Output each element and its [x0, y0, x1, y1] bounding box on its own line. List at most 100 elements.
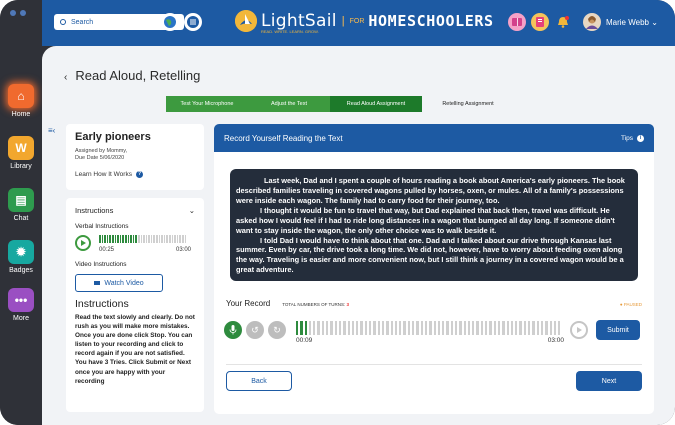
- waveform-bar: [109, 235, 111, 243]
- waveform-bar: [334, 321, 337, 335]
- waveform-bar: [553, 321, 557, 335]
- step-retelling[interactable]: Retelling Assignment: [422, 96, 514, 112]
- waveform-bar: [519, 321, 522, 335]
- verbal-audio-player: 00:25 03:00: [75, 235, 195, 253]
- submit-button[interactable]: Submit: [596, 320, 640, 340]
- waveform-bar: [424, 321, 428, 335]
- back-chevron-icon[interactable]: ‹: [64, 72, 67, 83]
- waveform-bar: [104, 235, 106, 243]
- main-panel: ‹ Read Aloud, Retelling Test Your Microph…: [42, 46, 675, 425]
- globe-icon[interactable]: [161, 13, 179, 31]
- recording-waveform[interactable]: [296, 321, 564, 335]
- menu-icon[interactable]: [184, 13, 202, 31]
- verbal-instructions-label: Verbal Instructions: [75, 223, 129, 230]
- step-adjust-text[interactable]: Adjust the Text: [248, 96, 330, 112]
- user-menu[interactable]: Marie Webb ⌄: [606, 18, 658, 27]
- back-button[interactable]: Back: [226, 371, 292, 391]
- tips-link[interactable]: Tips i: [621, 134, 644, 142]
- notes-icon[interactable]: [531, 13, 549, 31]
- waveform-bar: [130, 235, 132, 243]
- book-icon[interactable]: [508, 13, 526, 31]
- waveform-bar: [135, 235, 137, 243]
- badge-icon: ✹: [8, 240, 34, 264]
- waveform-bar: [106, 235, 109, 243]
- more-icon: •••: [8, 288, 34, 312]
- passage-paragraph: I told Dad I would have to think about t…: [236, 235, 624, 275]
- watch-video-label: Watch Video: [104, 279, 144, 287]
- waveform-bar: [140, 235, 143, 243]
- step-test-microphone[interactable]: Test Your Microphone: [166, 96, 248, 112]
- video-instructions-label: Video Instructions: [75, 261, 127, 268]
- waveform-bar: [497, 321, 501, 335]
- waveform-bar: [330, 321, 333, 335]
- your-record-label-group: Your Record TOTAL NUMBERS OF TURNS: 3: [226, 299, 349, 308]
- waveform-bar: [317, 321, 320, 335]
- library-icon: W: [8, 136, 34, 160]
- sidebar: ⌂ Home W Library ▤ Chat ✹ Badges ••• More: [0, 0, 42, 425]
- waveform-bar: [489, 321, 492, 335]
- waveform-bar: [179, 235, 181, 243]
- waveform-bar: [390, 321, 393, 335]
- assignment-card: Early pioneers Assigned by Mommy, Due Da…: [66, 124, 204, 190]
- sidebar-item-chat[interactable]: ▤ Chat: [0, 188, 42, 222]
- sidebar-item-home[interactable]: ⌂ Home: [0, 84, 42, 118]
- waveform-bar: [493, 321, 496, 335]
- instructions-header[interactable]: Instructions ⌄: [75, 206, 195, 215]
- bell-icon[interactable]: [554, 13, 572, 31]
- waveform-bar: [111, 235, 114, 243]
- waveform-bar: [351, 321, 355, 335]
- due-date: Due Date 5/06/2020: [75, 155, 125, 162]
- play-recording-icon[interactable]: [570, 321, 588, 339]
- waveform-bar: [502, 321, 505, 335]
- assignment-meta: Assigned by Mommy, Due Date 5/06/2020: [75, 148, 195, 163]
- waveform-bar: [304, 321, 307, 335]
- sidebar-item-more[interactable]: ••• More: [0, 288, 42, 322]
- waveform-bar: [145, 235, 148, 243]
- waveform-bar: [416, 321, 419, 335]
- watch-video-button[interactable]: Watch Video: [75, 274, 163, 292]
- waveform-bar: [459, 321, 462, 335]
- page-title-text: Read Aloud, Retelling: [75, 68, 201, 83]
- next-button[interactable]: Next: [576, 371, 642, 391]
- step-read-aloud[interactable]: Read Aloud Assignment: [330, 96, 422, 112]
- collapse-panel-icon[interactable]: ≡‹: [48, 126, 55, 135]
- assignment-title: Early pioneers: [75, 131, 151, 143]
- waveform-bar: [347, 321, 350, 335]
- waveform-bar: [360, 321, 363, 335]
- waveform-bar: [356, 321, 359, 335]
- waveform-bar: [143, 235, 145, 243]
- sidebar-item-library[interactable]: W Library: [0, 136, 42, 170]
- recording-timeline: 00:09 03:00: [296, 321, 564, 344]
- forward-icon[interactable]: ↻: [268, 321, 286, 339]
- waveform-bar: [182, 235, 184, 243]
- waveform-bar: [545, 321, 548, 335]
- waveform-bar: [343, 321, 346, 335]
- turns-value: 3: [346, 302, 350, 307]
- waveform-bar: [313, 321, 316, 335]
- waveform-bar: [433, 321, 436, 335]
- top-bar: Search LightSail READ. WRITE. LEARN. GRO…: [42, 0, 675, 46]
- play-icon[interactable]: [75, 235, 91, 251]
- waveform-bar: [163, 235, 166, 243]
- waveform-bar: [442, 321, 445, 335]
- rewind-icon[interactable]: ↺: [246, 321, 264, 339]
- waveform-bar: [412, 321, 415, 335]
- waveform-bar: [386, 321, 389, 335]
- verbal-audio-waveform[interactable]: [99, 235, 191, 243]
- sidebar-item-label: Chat: [13, 215, 29, 222]
- home-icon: ⌂: [8, 84, 34, 108]
- waveform-bar: [476, 321, 479, 335]
- waveform-bar: [119, 235, 122, 243]
- lightsail-logo-icon: [235, 10, 257, 32]
- waveform-bar: [467, 321, 471, 335]
- recording-time-total: 03:00: [547, 337, 564, 344]
- waveform-bar: [169, 235, 171, 243]
- microphone-icon[interactable]: [224, 321, 242, 339]
- sidebar-item-badges[interactable]: ✹ Badges: [0, 240, 42, 274]
- waveform-bar: [437, 321, 441, 335]
- avatar[interactable]: [583, 13, 601, 31]
- sidebar-item-label: More: [13, 315, 29, 322]
- learn-how-link[interactable]: Learn How It Works ?: [75, 170, 195, 178]
- instructions-title: Instructions: [75, 298, 129, 310]
- waveform-bar: [472, 321, 475, 335]
